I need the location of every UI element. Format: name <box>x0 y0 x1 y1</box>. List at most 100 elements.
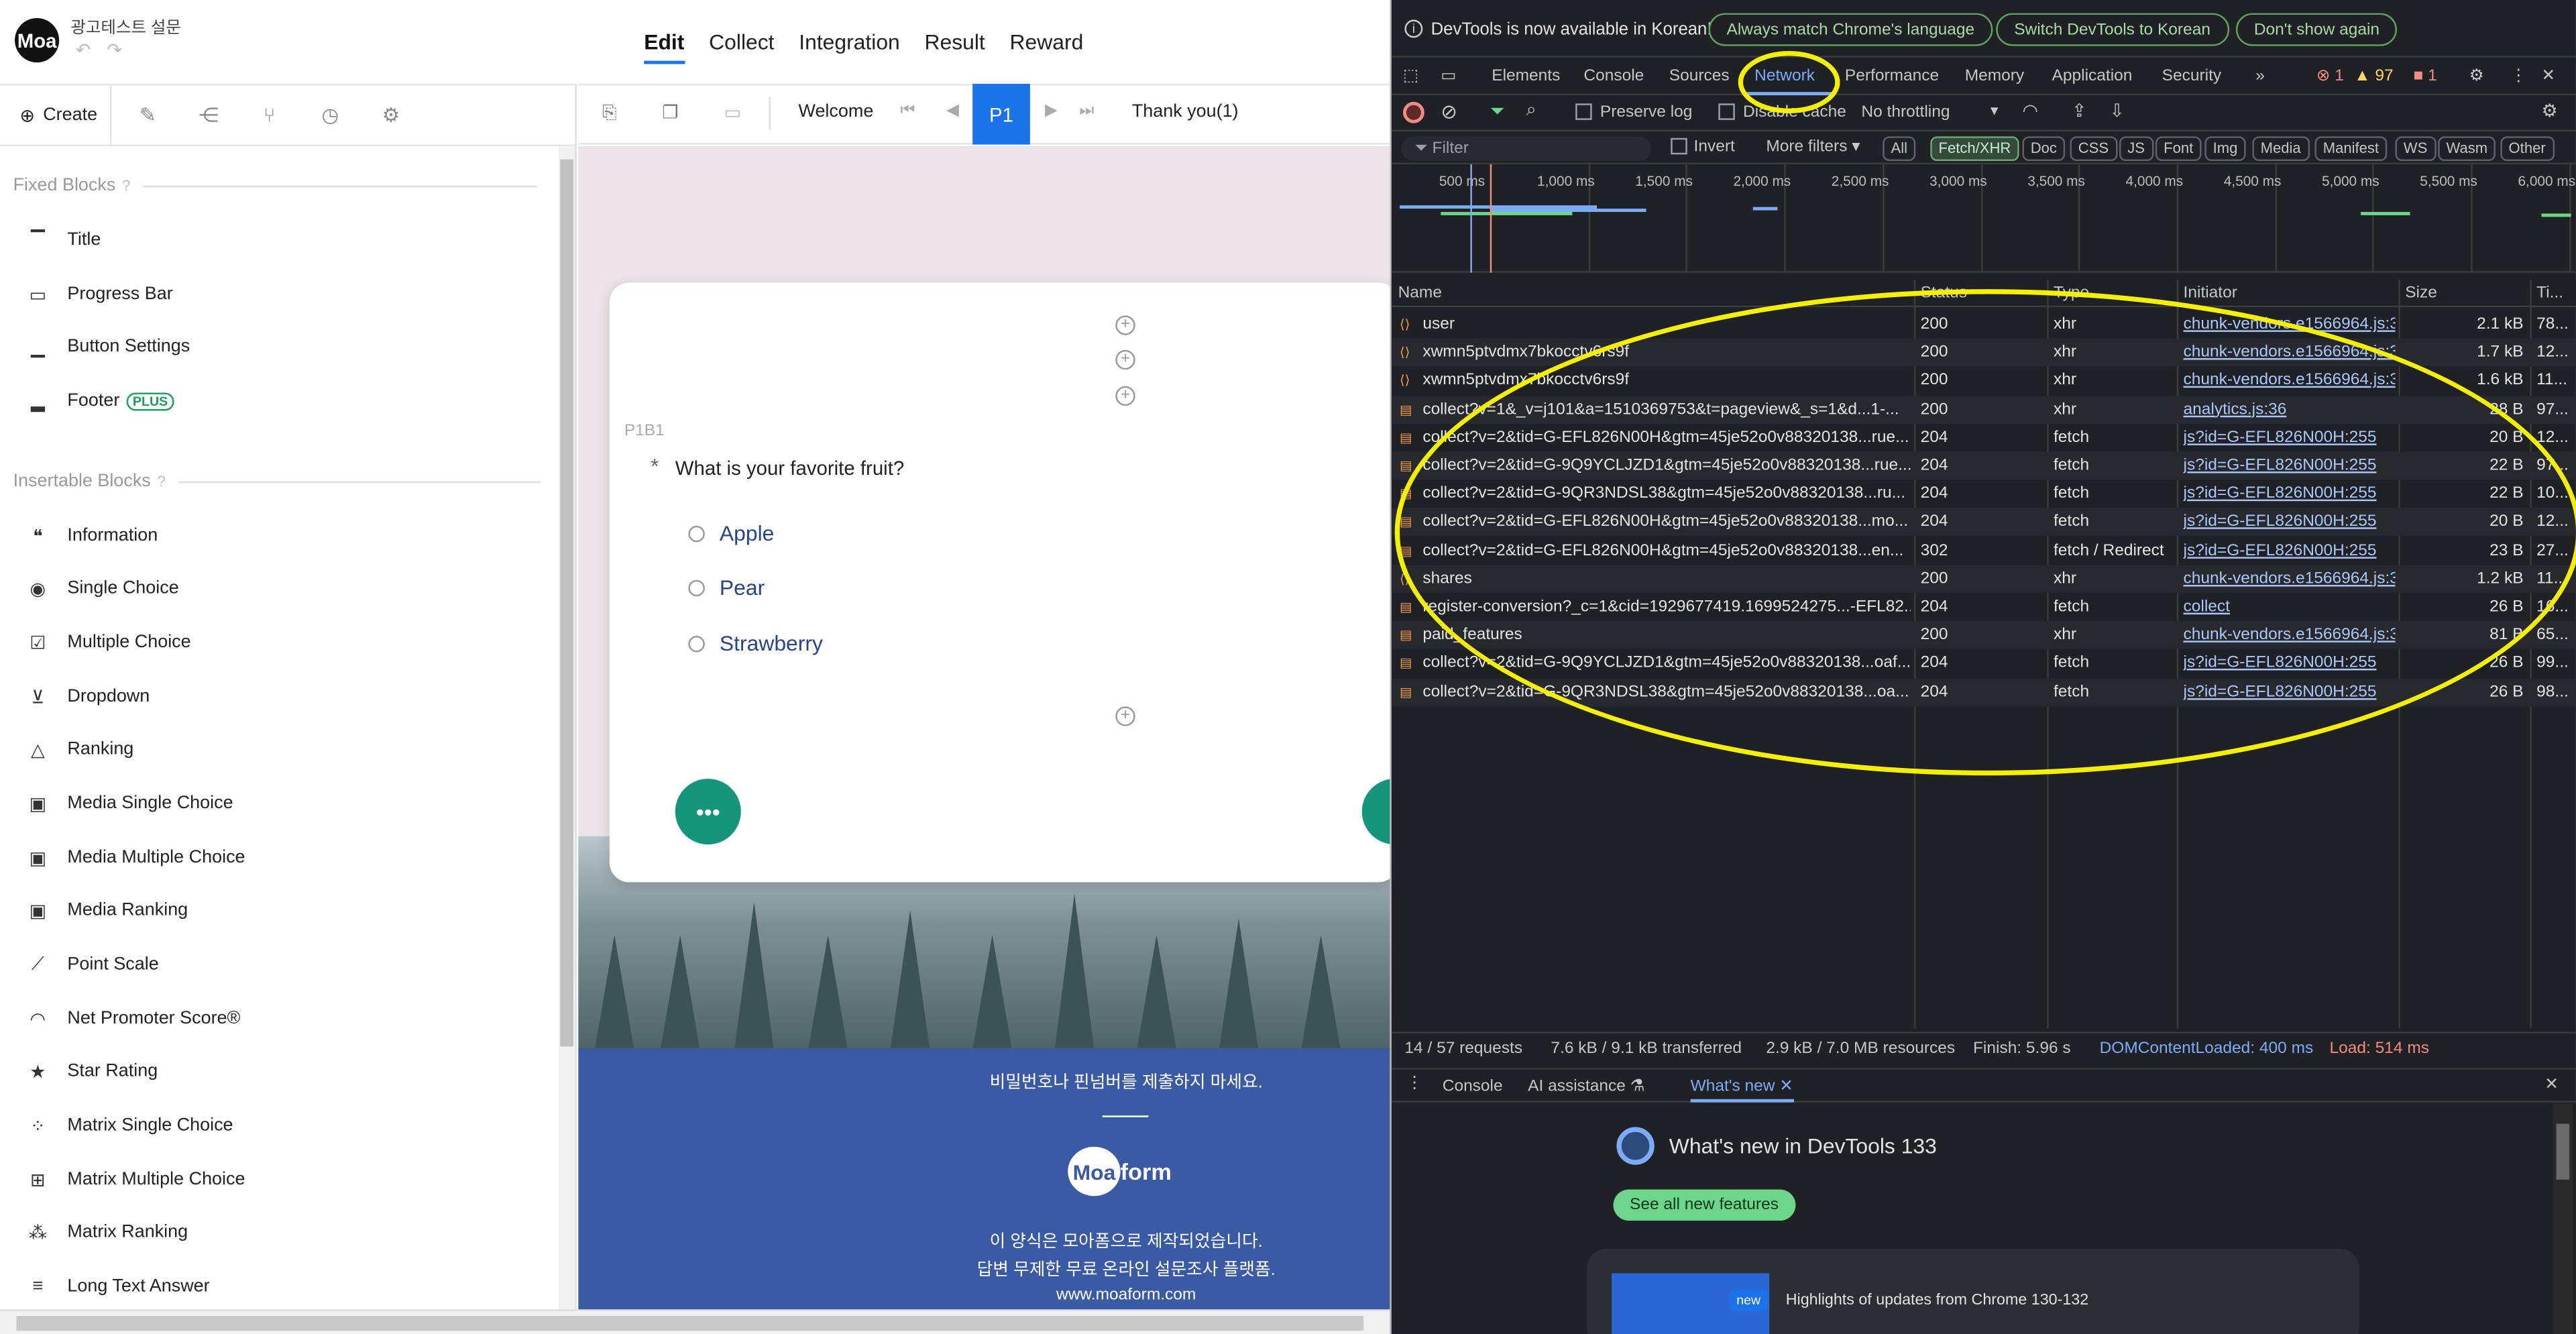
filter-ws[interactable]: WS <box>2395 136 2436 162</box>
preserve-log-checkbox[interactable] <box>1575 103 1592 120</box>
option-strawberry[interactable]: Strawberry <box>688 631 823 655</box>
app-logo[interactable]: Moa <box>15 17 60 63</box>
block-matrix-multiple[interactable]: ⊞ Matrix Multiple Choice <box>26 1163 245 1196</box>
more-tabs-icon[interactable]: » <box>2255 67 2265 85</box>
moaform-logo[interactable]: Moa form <box>1068 1146 1186 1197</box>
redo-icon[interactable]: ↷ <box>107 40 122 60</box>
more-filters-dropdown[interactable]: More filters ▾ <box>1766 138 1860 156</box>
last-page-icon[interactable]: ⏭ <box>1079 102 1094 120</box>
block-title[interactable]: ▔ Title <box>26 223 101 256</box>
clear-icon[interactable]: ⊘ <box>1441 100 1457 123</box>
drawer-scrollbar[interactable] <box>2553 1104 2573 1334</box>
filter-font[interactable]: Font <box>2155 136 2202 162</box>
issues-count[interactable]: ■ 1 <box>2413 67 2437 85</box>
nav-result[interactable]: Result <box>925 30 985 64</box>
survey-title[interactable]: 광고테스트 설문 <box>70 13 181 38</box>
settings-gear-icon[interactable]: ⚙ <box>375 99 408 131</box>
settings-gear-icon[interactable]: ⚙ <box>2469 67 2484 85</box>
help-icon[interactable]: ? <box>122 178 130 194</box>
col-time[interactable]: Ti... <box>2536 284 2563 302</box>
radio-button[interactable] <box>688 579 705 596</box>
radio-button[interactable] <box>688 524 705 542</box>
disable-cache-checkbox[interactable] <box>1718 103 1735 120</box>
page-p1[interactable]: P1 <box>972 83 1030 145</box>
add-block-icon[interactable]: + <box>1115 706 1135 726</box>
drawer-tab-whats-new[interactable]: What's new ✕ <box>1690 1078 1793 1103</box>
filter-js[interactable]: JS <box>2119 136 2153 162</box>
next-page-icon[interactable]: ▶ <box>1045 102 1058 120</box>
tab-performance[interactable]: Performance <box>1845 67 1939 85</box>
search-icon[interactable]: ⌕ <box>1526 100 1536 121</box>
next-button[interactable] <box>1361 779 1390 845</box>
col-initiator[interactable]: Initiator <box>2184 284 2237 302</box>
design-icon[interactable]: ✎ <box>131 99 164 131</box>
drawer-tab-console[interactable]: Console <box>1443 1078 1503 1096</box>
invert-checkbox[interactable] <box>1671 137 1687 155</box>
block-media-ranking[interactable]: ▣ Media Ranking <box>26 894 188 927</box>
chevron-down-icon[interactable]: ▼ <box>1988 103 2001 118</box>
add-page-icon[interactable]: ⎘ <box>596 100 622 126</box>
network-conditions-icon[interactable]: ◠ <box>2022 100 2038 121</box>
import-har-icon[interactable]: ⇪ <box>2072 100 2087 121</box>
tab-elements[interactable]: Elements <box>1492 67 1560 85</box>
drawer-tab-ai-assistance[interactable]: AI assistance ⚗ <box>1528 1078 1644 1096</box>
branch-icon[interactable]: ⑂ <box>253 99 286 131</box>
undo-icon[interactable]: ↶ <box>76 40 91 60</box>
filter-input[interactable]: ⏷ Filter <box>1401 136 1651 162</box>
create-button[interactable]: ⊕ Create <box>10 85 112 145</box>
option-pear[interactable]: Pear <box>688 575 765 600</box>
sidebar-scrollbar[interactable] <box>558 146 575 1313</box>
filter-funnel-icon[interactable]: ⏷ <box>1490 102 1505 123</box>
block-information[interactable]: ❝ Information <box>26 519 158 552</box>
option-apple[interactable]: Apple <box>688 521 774 545</box>
first-page-icon[interactable]: ⏮ <box>900 102 915 120</box>
error-count[interactable]: ⊗ 1 <box>2316 67 2344 85</box>
radio-button[interactable] <box>688 634 705 652</box>
block-matrix-single[interactable]: ⁘ Matrix Single Choice <box>26 1109 233 1142</box>
footer-url[interactable]: www.moaform.com <box>578 1286 1390 1304</box>
add-block-icon[interactable]: + <box>1115 386 1135 406</box>
tab-security[interactable]: Security <box>2162 67 2221 85</box>
see-all-features-button[interactable]: See all new features <box>1613 1189 1795 1221</box>
add-block-icon[interactable]: + <box>1115 349 1135 370</box>
filter-fetch-xhr[interactable]: Fetch/XHR <box>1930 136 2019 162</box>
delete-page-icon[interactable]: ▭ <box>720 100 746 126</box>
filter-css[interactable]: CSS <box>2070 136 2117 162</box>
filter-media[interactable]: Media <box>2252 136 2309 162</box>
warning-count[interactable]: ▲ 97 <box>2354 67 2393 85</box>
filter-img[interactable]: Img <box>2204 136 2246 162</box>
nav-integration[interactable]: Integration <box>799 30 899 64</box>
history-icon[interactable]: ◷ <box>314 99 347 131</box>
block-long-text[interactable]: ≡ Long Text Answer <box>26 1270 209 1303</box>
add-block-icon[interactable]: + <box>1115 315 1135 335</box>
help-icon[interactable]: ? <box>158 473 166 489</box>
block-footer[interactable]: ▂ Footer PLUS <box>26 384 175 417</box>
inspect-icon[interactable]: ⬚ <box>1403 67 1418 85</box>
tab-sources[interactable]: Sources <box>1669 67 1730 85</box>
kebab-menu-icon[interactable]: ⋮ <box>2510 67 2526 85</box>
block-media-multiple-choice[interactable]: ▣ Media Multiple Choice <box>26 841 245 874</box>
nav-edit[interactable]: Edit <box>644 30 685 64</box>
block-media-single-choice[interactable]: ▣ Media Single Choice <box>26 787 233 820</box>
close-icon[interactable]: ✕ <box>2542 67 2556 85</box>
col-name[interactable]: Name <box>1398 284 1442 302</box>
device-toolbar-icon[interactable]: ▭ <box>1441 67 1456 85</box>
page-welcome[interactable]: Welcome <box>799 102 874 121</box>
filter-all[interactable]: All <box>1883 136 1916 162</box>
filter-wasm[interactable]: Wasm <box>2438 136 2496 162</box>
export-har-icon[interactable]: ⇩ <box>2109 100 2125 121</box>
block-point-scale[interactable]: ⟋ Point Scale <box>26 948 159 981</box>
match-language-button[interactable]: Always match Chrome's language <box>1708 13 1993 46</box>
filter-other[interactable]: Other <box>2500 136 2554 162</box>
question-text[interactable]: What is your favorite fruit? <box>675 457 904 480</box>
tab-console[interactable]: Console <box>1583 67 1644 85</box>
switch-korean-button[interactable]: Switch DevTools to Korean <box>1996 13 2229 46</box>
block-progress-bar[interactable]: ▭ Progress Bar <box>26 278 173 311</box>
network-overview-timeline[interactable]: 500 ms 1,000 ms 1,500 ms 2,000 ms 2,500 ms 3,… <box>1391 164 2576 273</box>
col-size[interactable]: Size <box>2405 284 2437 302</box>
block-dropdown[interactable]: ⊻ Dropdown <box>26 680 150 713</box>
tab-application[interactable]: Application <box>2052 67 2133 85</box>
block-star-rating[interactable]: ★ Star Rating <box>26 1055 158 1088</box>
block-nps[interactable]: ◠ Net Promoter Score® <box>26 1002 241 1035</box>
close-icon[interactable]: ✕ <box>1779 1078 1793 1096</box>
